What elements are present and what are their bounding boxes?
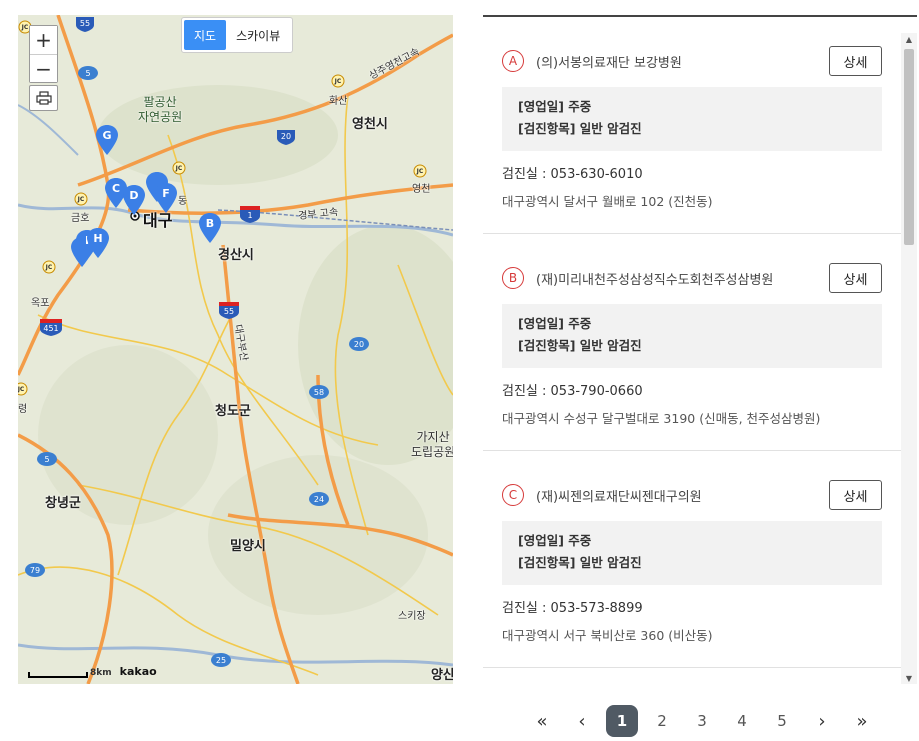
pin-label: D xyxy=(129,189,139,202)
phone-number: 검진실 : 053-790-0660 xyxy=(502,384,643,399)
business-days: [영업일] 주중 xyxy=(518,533,592,548)
pin-label: G xyxy=(102,129,112,142)
item-badge: C xyxy=(502,484,524,506)
phone-number: 검진실 : 053-630-6010 xyxy=(502,167,643,182)
shield-label: 5 xyxy=(85,69,90,78)
phone-number: 검진실 : 053-573-8899 xyxy=(502,601,643,616)
info-box: [영업일] 주중 [검진항목] 일반 암검진 xyxy=(502,87,882,151)
shield-label: 5 xyxy=(44,455,49,464)
label-yeongcheon-jc: 영천 xyxy=(412,184,431,195)
info-box: [영업일] 주중 [검진항목] 일반 암검진 xyxy=(502,521,882,585)
scroll-thumb[interactable] xyxy=(904,49,914,245)
shield-label: 25 xyxy=(216,656,226,665)
list-item: B (재)미리내천주성삼성직수도회천주성삼병원 상세 [영업일] 주중 [검진항… xyxy=(483,234,901,451)
shield-label: 55 xyxy=(224,307,234,316)
label-miryang: 밀양시 xyxy=(230,539,266,554)
label-hwasan: 화산 xyxy=(329,96,348,107)
scroll-up-icon[interactable]: ▲ xyxy=(901,33,917,47)
page-button[interactable]: 4 xyxy=(722,712,762,730)
list-item: C (재)씨젠의료재단씨젠대구의원 상세 [영업일] 주중 [검진항목] 일반 … xyxy=(483,451,901,668)
label-gyeongsan: 경산시 xyxy=(218,248,254,263)
label-dong: 동 xyxy=(178,196,188,207)
pin-label: F xyxy=(162,187,170,200)
map-view[interactable]: JC JC JC JC JC JC JC 55 5 20 1 55 451 20… xyxy=(18,15,453,684)
first-page-button[interactable]: « xyxy=(522,711,562,732)
detail-button[interactable]: 상세 xyxy=(829,263,882,293)
map-pin-h[interactable]: H xyxy=(87,228,109,258)
business-days: [영업일] 주중 xyxy=(518,99,592,114)
hospital-name: (의)서봉의료재단 보강병원 xyxy=(536,55,682,71)
shield-label: 20 xyxy=(281,132,291,141)
map-type-switch: 지도 스카이뷰 xyxy=(181,17,294,53)
item-badge: B xyxy=(502,267,524,289)
shield-label: 451 xyxy=(43,324,58,333)
print-button[interactable] xyxy=(29,85,58,111)
map-scale: 8km kakao xyxy=(28,665,157,678)
map-type-skyview-button[interactable]: 스카이뷰 xyxy=(226,20,291,50)
shield-label: 58 xyxy=(314,388,324,397)
page-button[interactable]: 5 xyxy=(762,712,802,730)
hospital-name: (재)씨젠의료재단씨젠대구의원 xyxy=(536,489,702,505)
scale-bar xyxy=(28,672,88,678)
exam-type: [검진항목] 일반 암검진 xyxy=(518,338,642,353)
label-geumho: 금호 xyxy=(71,213,90,224)
label-gajisan-park: 가지산 도립공원 xyxy=(411,430,453,459)
label-palgong-park: 팔공산 자연공원 xyxy=(138,95,183,124)
hospital-name: (재)미리내천주성삼성직수도회천주성삼병원 xyxy=(536,272,774,288)
scroll-down-icon[interactable]: ▼ xyxy=(901,672,917,684)
list-scrollbar[interactable]: ▲ ▼ xyxy=(901,33,917,684)
info-box: [영업일] 주중 [검진항목] 일반 암검진 xyxy=(502,304,882,368)
page-button[interactable]: 2 xyxy=(642,712,682,730)
zoom-out-button[interactable]: − xyxy=(30,54,57,82)
zoom-in-button[interactable]: + xyxy=(30,26,57,54)
detail-button[interactable]: 상세 xyxy=(829,46,882,76)
exam-type: [검진항목] 일반 암검진 xyxy=(518,121,642,136)
map-type-map-button[interactable]: 지도 xyxy=(184,20,227,50)
zoom-control: + − xyxy=(29,25,58,83)
label-ryeong: 령 xyxy=(18,404,28,415)
last-page-button[interactable]: » xyxy=(842,711,882,732)
label-cheongdo: 청도군 xyxy=(215,404,251,419)
address: 대구광역시 수성구 달구벌대로 3190 (신매동, 천주성삼병원) xyxy=(502,411,821,426)
business-days: [영업일] 주중 xyxy=(518,316,592,331)
shield-label: 24 xyxy=(314,495,324,504)
map-pin-d[interactable]: D xyxy=(123,185,145,215)
map-pin-b[interactable]: B xyxy=(199,213,221,243)
hospital-list[interactable]: A (의)서봉의료재단 보강병원 상세 [영업일] 주중 [검진항목] 일반 암… xyxy=(483,17,901,684)
label-yangsan: 양산 xyxy=(431,668,453,683)
result-panel: A (의)서봉의료재단 보강병원 상세 [영업일] 주중 [검진항목] 일반 암… xyxy=(483,15,917,684)
kakao-logo: kakao xyxy=(119,665,157,678)
map-pin-f[interactable]: F xyxy=(155,183,177,213)
pagination: « ‹ 1 2 3 4 5 › » xyxy=(522,705,882,737)
shield-label: 79 xyxy=(30,566,40,575)
map-pin-g[interactable]: G xyxy=(96,125,118,155)
label-okpo: 옥포 xyxy=(31,298,50,309)
page-button[interactable]: 3 xyxy=(682,712,722,730)
label-changnyeong: 창녕군 xyxy=(45,496,81,511)
address: 대구광역시 서구 북비산로 360 (비산동) xyxy=(502,628,713,643)
exam-type: [검진항목] 일반 암검진 xyxy=(518,555,642,570)
label-ski-resort: 스키장 xyxy=(398,611,426,622)
page-button-current[interactable]: 1 xyxy=(606,705,638,737)
scale-text: 8km xyxy=(90,668,112,678)
next-page-button[interactable]: › xyxy=(802,711,842,732)
shield-label: 55 xyxy=(80,19,90,28)
address: 대구광역시 달서구 월배로 102 (진천동) xyxy=(502,194,713,209)
label-yeongcheon: 영천시 xyxy=(352,117,388,132)
pin-label: H xyxy=(93,232,103,245)
list-item: A (의)서봉의료재단 보강병원 상세 [영업일] 주중 [검진항목] 일반 암… xyxy=(483,17,901,234)
prev-page-button[interactable]: ‹ xyxy=(562,711,602,732)
shield-label: 20 xyxy=(354,340,364,349)
pin-label: B xyxy=(205,217,215,230)
shield-label: 1 xyxy=(247,211,252,220)
detail-button[interactable]: 상세 xyxy=(829,480,882,510)
item-badge: A xyxy=(502,50,524,72)
printer-icon xyxy=(35,91,52,105)
